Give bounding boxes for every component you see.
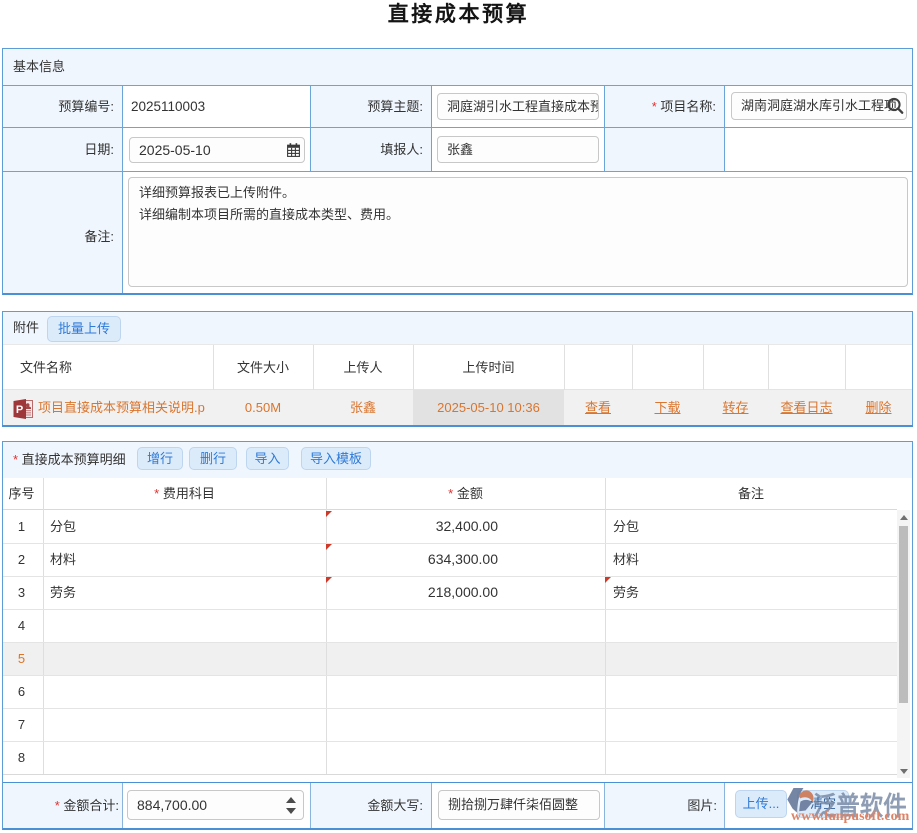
svg-text:P: P <box>16 404 23 416</box>
